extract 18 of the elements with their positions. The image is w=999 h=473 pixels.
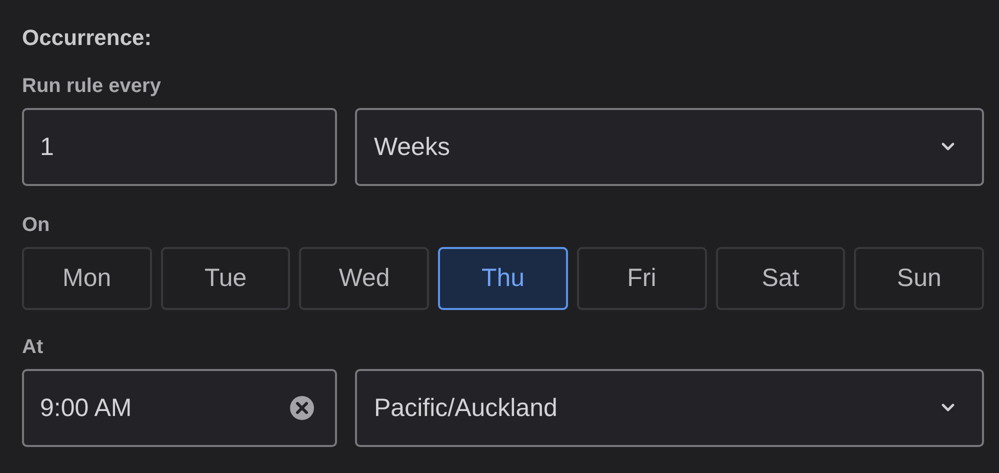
day-toggle[interactable]: Tue: [160, 247, 290, 310]
day-toggle[interactable]: Sat: [716, 247, 846, 310]
clear-icon[interactable]: [289, 395, 315, 421]
field-label: At: [22, 336, 44, 359]
unit-dropdown[interactable]: Weeks: [355, 108, 984, 186]
day-toggle[interactable]: Sun: [854, 247, 984, 310]
day-toggle[interactable]: Fri: [576, 247, 707, 310]
chevron-down-icon: [940, 142, 956, 152]
timezone-dropdown[interactable]: Pacific/Auckland: [355, 369, 984, 447]
section-title: Occurrence:: [22, 25, 152, 51]
day-toggle[interactable]: Thu: [438, 247, 568, 310]
time-field[interactable]: 9:00 AM: [22, 369, 337, 447]
chevron-down-icon: [940, 403, 956, 413]
day-toggle[interactable]: Mon: [22, 247, 152, 310]
day-toggle[interactable]: Wed: [299, 247, 430, 310]
field-label: On: [22, 214, 50, 237]
field-label: Run rule every: [22, 75, 161, 98]
interval-field[interactable]: 1: [22, 108, 337, 186]
